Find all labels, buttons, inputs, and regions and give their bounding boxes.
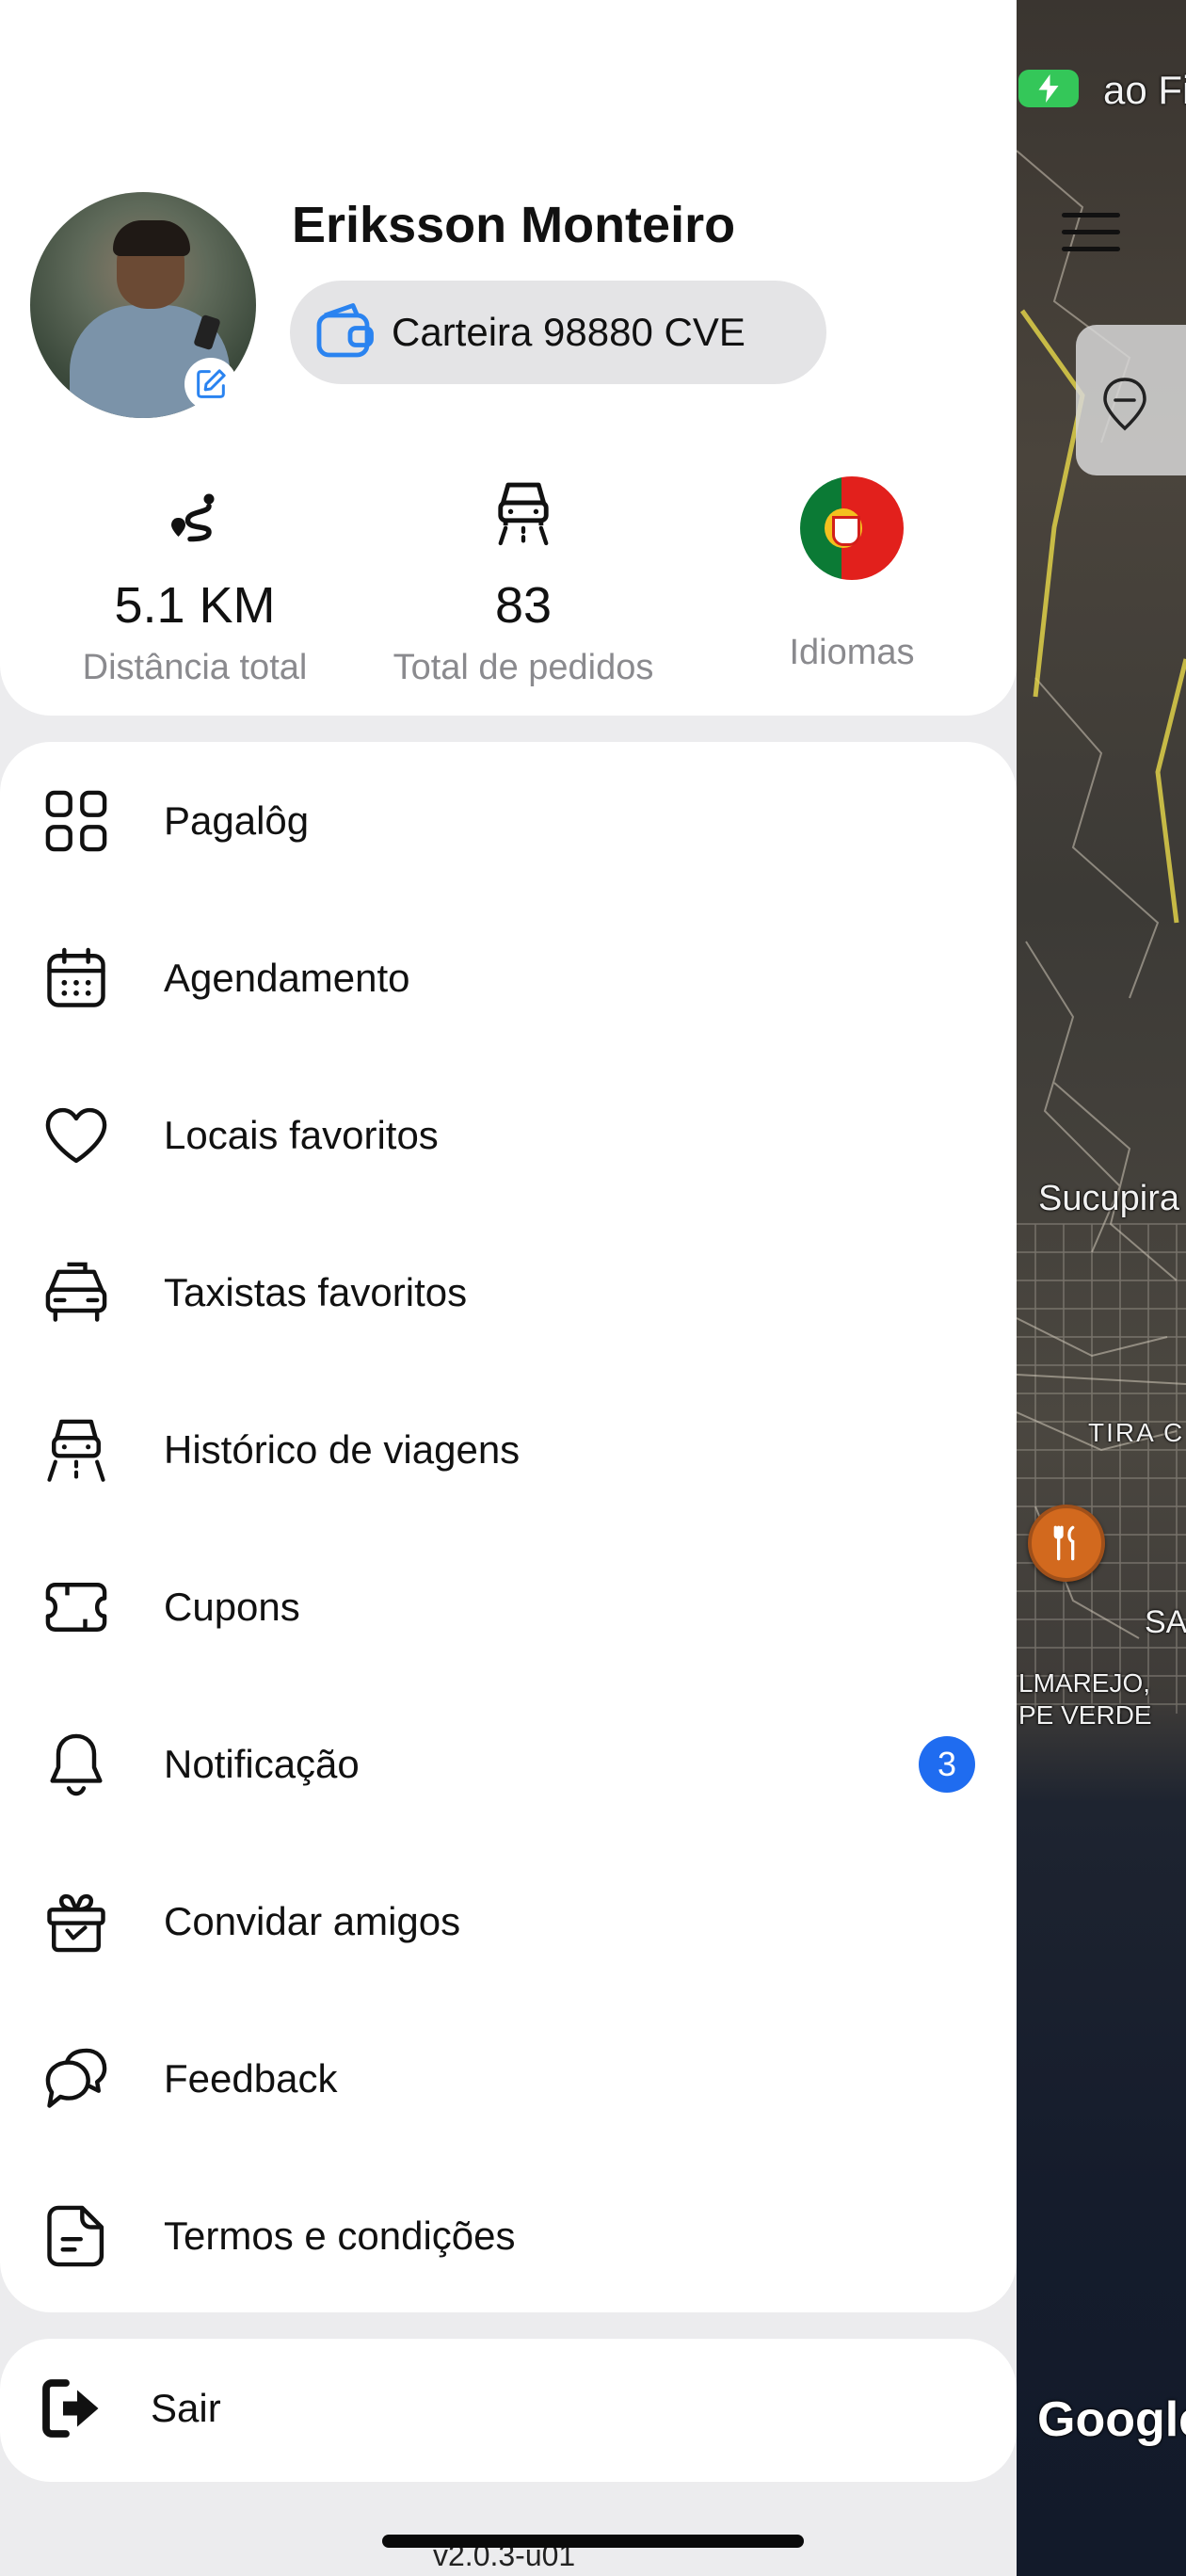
ticket-icon <box>45 1582 107 1632</box>
user-name: Eriksson Monteiro <box>292 197 736 253</box>
menu-item-label: Agendamento <box>164 955 410 1000</box>
restaurant-map-pin[interactable] <box>1028 1505 1105 1582</box>
menu-item-label: Notificação <box>164 1741 360 1786</box>
grid-icon <box>45 790 107 851</box>
stat-distance-value: 5.1 KM <box>114 577 276 634</box>
map-label-place: SA <box>1145 1604 1186 1640</box>
edit-avatar-button[interactable] <box>184 358 237 411</box>
stat-distance-label: Distância total <box>82 648 308 687</box>
edit-icon <box>197 369 226 398</box>
menu-item-cupons[interactable]: Cupons <box>0 1528 1017 1685</box>
car-road-icon <box>47 1419 105 1482</box>
map-label-place: TIRA C <box>1088 1418 1185 1447</box>
side-drawer: Eriksson Monteiro Carteira 98880 CVE 5.1… <box>0 0 1017 2576</box>
calendar-icon <box>47 947 105 1007</box>
menu-item-label: Locais favoritos <box>164 1112 439 1157</box>
menu-item-pagalog[interactable]: Pagalôg <box>0 742 1017 899</box>
notification-count-badge: 3 <box>919 1735 975 1793</box>
fork-knife-icon <box>1053 1525 1075 1561</box>
stat-orders-label: Total de pedidos <box>393 648 654 687</box>
heart-icon <box>45 1107 107 1163</box>
route-icon <box>171 493 215 542</box>
menu-item-notificacao[interactable]: Notificação 3 <box>0 1685 1017 1843</box>
menu-item-label: Pagalôg <box>164 797 310 843</box>
wallet-icon <box>316 303 374 358</box>
wallet-button[interactable]: Carteira 98880 CVE <box>290 281 826 384</box>
map-label-place: LMAREJO, <box>1018 1668 1151 1698</box>
google-logo: Google <box>1037 2392 1186 2447</box>
map-label-place: ao Fili <box>1103 68 1186 112</box>
taxi-icon <box>45 1262 107 1322</box>
menu-item-label: Convidar amigos <box>164 1898 461 1943</box>
gift-icon <box>47 1893 105 1952</box>
chat-bubbles-icon <box>45 2048 107 2108</box>
wallet-label: Carteira 98880 CVE <box>392 310 745 354</box>
menu-item-label: Feedback <box>164 2055 338 2101</box>
logout-label: Sair <box>151 2386 221 2430</box>
hamburger-icon-bar <box>1062 213 1120 217</box>
map-label-place: Sucupira <box>1038 1179 1179 1218</box>
document-icon <box>47 2205 104 2266</box>
battery-charging-icon <box>1018 70 1079 107</box>
car-front-icon <box>498 482 549 546</box>
logout-button[interactable]: Sair <box>0 2339 1017 2482</box>
menu-item-convidar-amigos[interactable]: Convidar amigos <box>0 1843 1017 2000</box>
menu-item-label: Taxistas favoritos <box>164 1269 468 1314</box>
map-label-place: PE VERDE <box>1018 1700 1152 1730</box>
language-label: Idiomas <box>789 633 915 672</box>
menu-item-label: Termos e condições <box>164 2213 516 2258</box>
menu-item-termos-condicoes[interactable]: Termos e condições <box>0 2157 1017 2314</box>
stat-distance: 5.1 KM Distância total <box>30 471 360 688</box>
language-selector[interactable]: Idiomas <box>687 476 1017 673</box>
portugal-flag-icon <box>800 476 904 580</box>
menu-item-agendamento[interactable]: Agendamento <box>0 899 1017 1056</box>
pin-minus-icon <box>1103 378 1146 431</box>
menu-item-feedback[interactable]: Feedback <box>0 2000 1017 2157</box>
hamburger-icon-bar <box>1062 230 1120 234</box>
home-indicator[interactable] <box>382 2535 804 2548</box>
avatar-hair <box>113 220 190 256</box>
menu-card: Pagalôg Agendamento Locais favoritos Tax… <box>0 742 1017 2312</box>
map-menu-button[interactable] <box>1062 213 1120 260</box>
bell-icon <box>50 1733 103 1795</box>
menu-item-label: Histórico de viagens <box>164 1426 521 1472</box>
menu-item-locais-favoritos[interactable]: Locais favoritos <box>0 1056 1017 1214</box>
menu-item-taxistas-favoritos[interactable]: Taxistas favoritos <box>0 1214 1017 1371</box>
menu-item-historico-viagens[interactable]: Histórico de viagens <box>0 1371 1017 1528</box>
stat-orders-value: 83 <box>494 577 553 634</box>
profile-card: Eriksson Monteiro Carteira 98880 CVE 5.1… <box>0 0 1017 716</box>
map-search-chip[interactable] <box>1076 325 1186 475</box>
stat-orders: 83 Total de pedidos <box>359 471 688 688</box>
hamburger-icon-bar <box>1062 247 1120 251</box>
logout-icon <box>42 2379 99 2438</box>
menu-item-label: Cupons <box>164 1584 300 1629</box>
